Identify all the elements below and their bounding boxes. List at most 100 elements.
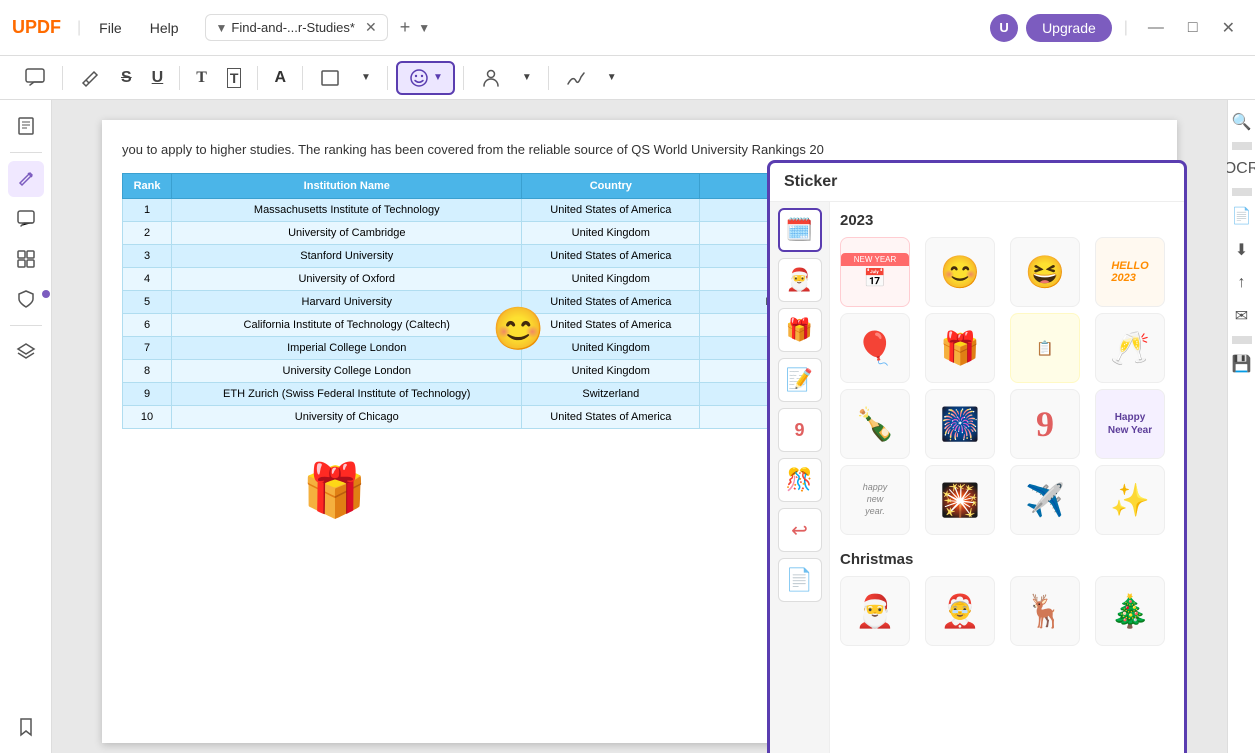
- sticker-thumb-note[interactable]: 📄: [778, 558, 822, 602]
- table-cell-rank: 9: [123, 382, 172, 405]
- font-color-tool[interactable]: A: [266, 65, 294, 91]
- rectangle-dropdown[interactable]: ▼: [353, 68, 379, 87]
- minimize-btn[interactable]: —: [1140, 15, 1172, 41]
- tab-close-btn[interactable]: ✕: [365, 19, 377, 36]
- right-share-icon[interactable]: ↑: [1234, 270, 1250, 296]
- sidebar-bottom: [8, 709, 44, 745]
- underline-icon: U: [152, 69, 164, 87]
- sticker-hello-2023[interactable]: HELLO2023: [1095, 237, 1165, 307]
- sep7: [548, 66, 549, 90]
- table-cell-rank: 3: [123, 244, 172, 267]
- person-tool[interactable]: [472, 63, 510, 93]
- text-tool[interactable]: T: [188, 65, 215, 91]
- close-btn[interactable]: ✕: [1214, 14, 1243, 42]
- right-download-icon[interactable]: ⬇: [1231, 236, 1252, 264]
- sticker-paper-plane[interactable]: ✈️: [1010, 465, 1080, 535]
- tab-filename: Find-and-...r-Studies*: [231, 20, 355, 35]
- sticker-champagne-bottle[interactable]: 🍾: [840, 389, 910, 459]
- right-save-icon[interactable]: 💾: [1228, 350, 1255, 378]
- table-cell-institution: University of Cambridge: [172, 221, 522, 244]
- sticker-gift-purple[interactable]: 🎁: [925, 313, 995, 383]
- table-cell-institution: California Institute of Technology (Calt…: [172, 313, 522, 336]
- sticker-notepad-2023[interactable]: 📋: [1010, 313, 1080, 383]
- sticker-thumb-arrow[interactable]: ↩: [778, 508, 822, 552]
- table-cell-country: United States of America: [522, 290, 700, 313]
- right-document-icon[interactable]: 📄: [1228, 202, 1255, 230]
- file-menu[interactable]: File: [89, 16, 132, 40]
- tab-list-dropdown[interactable]: ▼: [418, 21, 430, 35]
- help-menu[interactable]: Help: [140, 16, 189, 40]
- sticker-santa-hat[interactable]: 🎅: [840, 576, 910, 646]
- sidebar-organize[interactable]: [8, 241, 44, 277]
- table-cell-rank: 8: [123, 359, 172, 382]
- textbox-icon: T: [227, 68, 242, 88]
- sidebar-bookmark[interactable]: [8, 709, 44, 745]
- sticker-fireworks-pink[interactable]: 🎇: [925, 465, 995, 535]
- table-cell-institution: Harvard University: [172, 290, 522, 313]
- table-cell-country: United States of America: [522, 244, 700, 267]
- sticker-thumb-santa[interactable]: 🎅: [778, 258, 822, 302]
- maximize-btn[interactable]: □: [1180, 15, 1206, 41]
- sticker-santa-face[interactable]: 🤶: [925, 576, 995, 646]
- person-dropdown[interactable]: ▼: [514, 68, 540, 87]
- table-cell-country: United States of America: [522, 313, 700, 336]
- highlight-tool[interactable]: [71, 63, 109, 93]
- table-cell-institution: University of Oxford: [172, 267, 522, 290]
- sidebar-protect[interactable]: [8, 281, 44, 317]
- sticker-happy-new-year-banner[interactable]: HappyNew Year: [1095, 389, 1165, 459]
- sticker-reindeer[interactable]: 🦌: [1010, 576, 1080, 646]
- section-christmas-title: Christmas: [840, 551, 1174, 568]
- sticker-thumb-firework[interactable]: 🎊: [778, 458, 822, 502]
- sidebar-sep-2: [10, 325, 42, 326]
- sidebar-layers[interactable]: [8, 334, 44, 370]
- strikethrough-tool[interactable]: S: [113, 65, 140, 91]
- toolbar: S U T T A ▼ ▼ ▼ ▼: [0, 56, 1255, 100]
- sticker-balloon[interactable]: 🎈: [840, 313, 910, 383]
- sticker-grid-christmas: 🎅 🤶 🦌 🎄: [840, 576, 1174, 646]
- sidebar-edit[interactable]: [8, 161, 44, 197]
- sidebar-pages[interactable]: [8, 108, 44, 144]
- sticker-tool[interactable]: ▼: [396, 61, 455, 95]
- add-tab-btn[interactable]: +: [400, 17, 411, 38]
- sep3: [257, 66, 258, 90]
- main-area: you to apply to higher studies. The rank…: [0, 100, 1255, 753]
- sticker-fireworks-green[interactable]: 🎆: [925, 389, 995, 459]
- tab-arrow-btn[interactable]: ▼: [216, 21, 228, 35]
- sticker-smiley-party[interactable]: 😊: [925, 237, 995, 307]
- sticker-grinning-party[interactable]: 😆: [1010, 237, 1080, 307]
- sticker-thumb-gift[interactable]: 🎁: [778, 308, 822, 352]
- sticker-champagne-glasses[interactable]: 🥂: [1095, 313, 1165, 383]
- textbox-tool[interactable]: T: [219, 64, 250, 92]
- sticker-sparkle[interactable]: ✨: [1095, 465, 1165, 535]
- right-sep3: [1232, 336, 1252, 344]
- sticker-christmas-tree[interactable]: 🎄: [1095, 576, 1165, 646]
- signature-dropdown[interactable]: ▼: [599, 68, 625, 87]
- sep5: [387, 66, 388, 90]
- avatar: U: [990, 14, 1018, 42]
- comment-tool[interactable]: [16, 63, 54, 93]
- sticker-new-year-cal[interactable]: NEW YEAR 📅: [840, 237, 910, 307]
- sticker-happy-new-year-cursive[interactable]: happynewyear.: [840, 465, 910, 535]
- right-search-icon[interactable]: 🔍: [1228, 108, 1255, 136]
- notification-dot: [42, 290, 50, 298]
- sidebar-comment[interactable]: [8, 201, 44, 237]
- table-cell-institution: Massachusetts Institute of Technology: [172, 198, 522, 221]
- sticker-thumb-list: 🗓️ 🎅 🎁 📝 9 🎊 ↩ 📄: [770, 202, 830, 753]
- table-cell-country: United States of America: [522, 405, 700, 428]
- underline-tool[interactable]: U: [144, 65, 172, 91]
- sticker-thumb-notepad[interactable]: 📝: [778, 358, 822, 402]
- app-logo: UPDF: [12, 17, 61, 38]
- right-email-icon[interactable]: ✉: [1231, 302, 1252, 330]
- sticker-number-9[interactable]: 9: [1010, 389, 1080, 459]
- sticker-thumb-nine[interactable]: 9: [778, 408, 822, 452]
- table-cell-country: United Kingdom: [522, 267, 700, 290]
- sep2: [179, 66, 180, 90]
- rectangle-tool[interactable]: [311, 63, 349, 93]
- sticker-thumb-calendar[interactable]: 🗓️: [778, 208, 822, 252]
- table-cell-rank: 7: [123, 336, 172, 359]
- placed-gift-sticker[interactable]: 🎁: [302, 460, 367, 521]
- left-sidebar: [0, 100, 52, 753]
- upgrade-button[interactable]: Upgrade: [1026, 14, 1112, 42]
- section-2023-title: 2023: [840, 212, 1174, 229]
- signature-tool[interactable]: [557, 63, 595, 93]
